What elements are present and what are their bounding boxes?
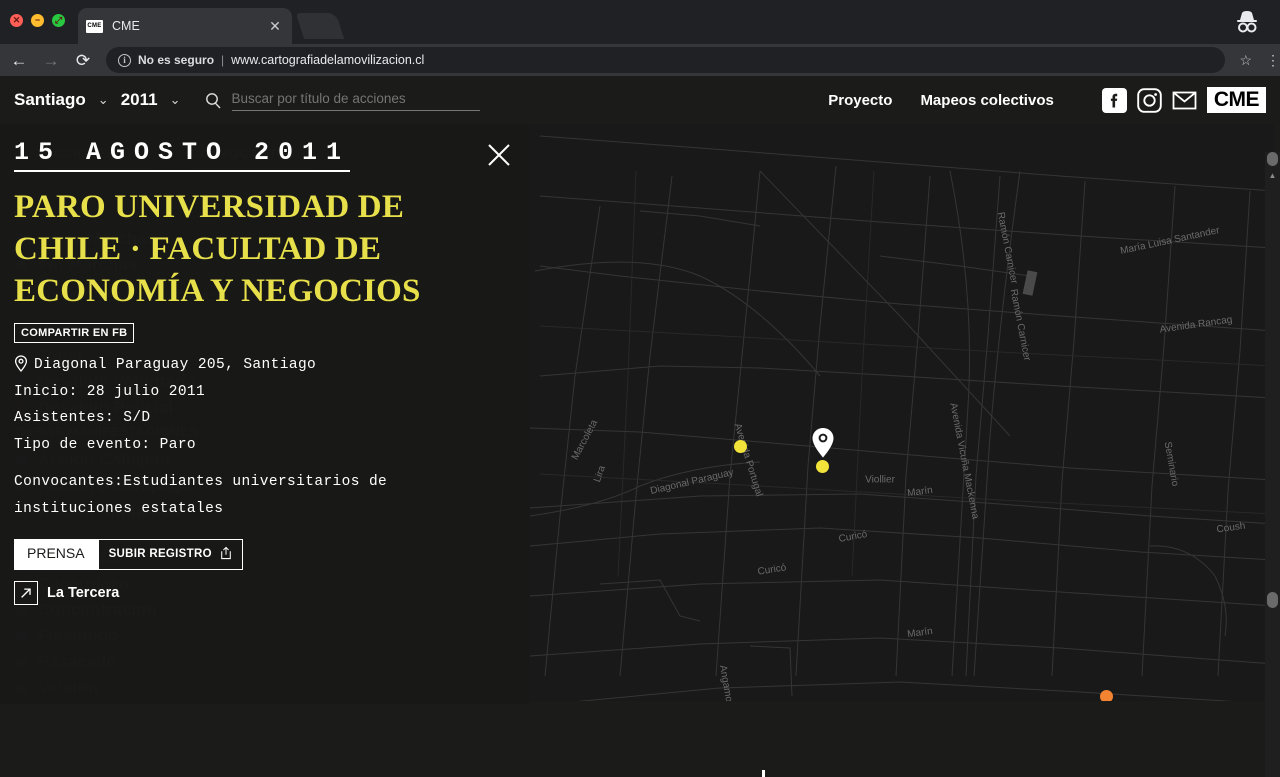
scroll-up-arrow-icon[interactable]: ▲	[1265, 168, 1280, 182]
event-marker-yellow-1[interactable]	[734, 440, 747, 453]
browser-window: ✕ − ⤢ CME CME ✕ ← → ⟳ i No es seguro | w…	[0, 0, 1280, 777]
search-input[interactable]	[231, 89, 480, 111]
selected-location-pin[interactable]	[812, 428, 834, 458]
external-link-icon	[14, 580, 38, 605]
address-bar[interactable]: i No es seguro | www.cartografiadelamovi…	[106, 47, 1226, 73]
event-inicio: Inicio: 28 julio 2011	[14, 383, 206, 400]
window-maximize-button[interactable]: ⤢	[52, 14, 65, 27]
tab-close-icon[interactable]: ✕	[266, 17, 284, 35]
map-pin-icon	[14, 355, 28, 372]
subir-registro-label: SUBIR REGISTRO	[108, 548, 212, 561]
security-label: No es seguro	[138, 53, 215, 67]
incognito-icon	[1232, 8, 1262, 36]
tab-title: CME	[112, 19, 140, 33]
panel-action-buttons: PRENSA SUBIR REGISTRO	[14, 538, 530, 570]
nav-link-mapeos-colectivos[interactable]: Mapeos colectivos	[920, 92, 1053, 109]
event-detail-panel: 15 AGOSTO 2011 PARO UNIVERSIDAD DE CHILE…	[0, 124, 530, 704]
url-separator: |	[221, 53, 225, 67]
instagram-icon[interactable]	[1137, 87, 1162, 113]
press-source-name: La Tercera	[47, 584, 120, 601]
event-meta: Diagonal Paraguay 205, Santiago Inicio: …	[14, 352, 530, 523]
facebook-icon[interactable]	[1101, 87, 1127, 113]
city-chevron-down-icon[interactable]: ⌄	[98, 92, 109, 108]
bookmark-star-icon[interactable]: ☆	[1239, 52, 1252, 69]
window-close-button[interactable]: ✕	[10, 14, 23, 27]
timeline-bar	[0, 701, 1274, 777]
event-title: PARO UNIVERSIDAD DE CHILE · FACULTAD DE …	[14, 189, 421, 310]
nav-link-proyecto[interactable]: Proyecto	[828, 92, 892, 109]
event-asistentes: Asistentes: S/D	[14, 410, 151, 427]
prensa-button[interactable]: PRENSA	[14, 538, 98, 570]
reload-button[interactable]: ⟳	[74, 52, 92, 69]
event-tipo: Tipo de evento: Paro	[14, 437, 197, 454]
event-convocantes: Convocantes:Estudiantes universitarios d…	[14, 473, 388, 517]
year-chevron-down-icon[interactable]: ⌄	[170, 92, 181, 108]
city-selector[interactable]: Santiago	[14, 90, 86, 110]
event-date: 15 AGOSTO 2011	[14, 138, 351, 172]
upload-icon	[220, 546, 232, 563]
web-page: Marcoleta Lira Diagonal Paraguay Avenida Po…	[0, 76, 1280, 777]
site-nav: Proyecto Mapeos colectivos	[828, 92, 1054, 109]
scrollbar-thumb-2[interactable]	[1267, 592, 1278, 608]
new-tab-button[interactable]	[295, 13, 345, 39]
share-facebook-button[interactable]: COMPARTIR EN FB	[14, 322, 135, 343]
subir-registro-button[interactable]: SUBIR REGISTRO	[97, 538, 243, 570]
kebab-menu-icon[interactable]: ⋮	[1266, 53, 1280, 67]
mail-icon[interactable]	[1172, 88, 1197, 113]
close-panel-icon[interactable]	[486, 142, 512, 168]
back-button[interactable]: ←	[10, 52, 28, 69]
year-selector[interactable]: 2011	[121, 90, 158, 110]
tab-favicon: CME	[86, 19, 103, 33]
search-icon[interactable]	[205, 92, 222, 109]
forward-button[interactable]: →	[42, 52, 60, 69]
scrollbar-thumb[interactable]	[1267, 152, 1278, 166]
event-location-row: Diagonal Paraguay 205, Santiago	[14, 352, 530, 379]
timeline-playhead[interactable]	[762, 770, 765, 777]
event-marker-yellow-2[interactable]	[816, 460, 829, 473]
site-header: Santiago ⌄ 2011 ⌄ Proyecto Mapeos colect…	[0, 76, 1280, 124]
omnibox-toolbar: ← → ⟳ i No es seguro | www.cartografiade…	[0, 44, 1280, 76]
social-links: CME	[1101, 87, 1266, 113]
not-secure-icon: i	[118, 53, 131, 67]
cme-logo[interactable]: CME	[1206, 87, 1266, 113]
page-scrollbar[interactable]: ▲ ▼	[1265, 152, 1280, 777]
tab-strip: ✕ − ⤢ CME CME ✕	[0, 0, 1280, 44]
press-source-link[interactable]: La Tercera	[14, 580, 530, 605]
window-minimize-button[interactable]: −	[31, 14, 44, 27]
browser-tab[interactable]: CME CME ✕	[78, 8, 292, 44]
event-location: Diagonal Paraguay 205, Santiago	[34, 356, 317, 373]
url-text: www.cartografiadelamovilizacion.cl	[231, 53, 425, 67]
window-controls: ✕ − ⤢	[10, 14, 65, 27]
map-street-label: Viollier	[865, 474, 895, 486]
